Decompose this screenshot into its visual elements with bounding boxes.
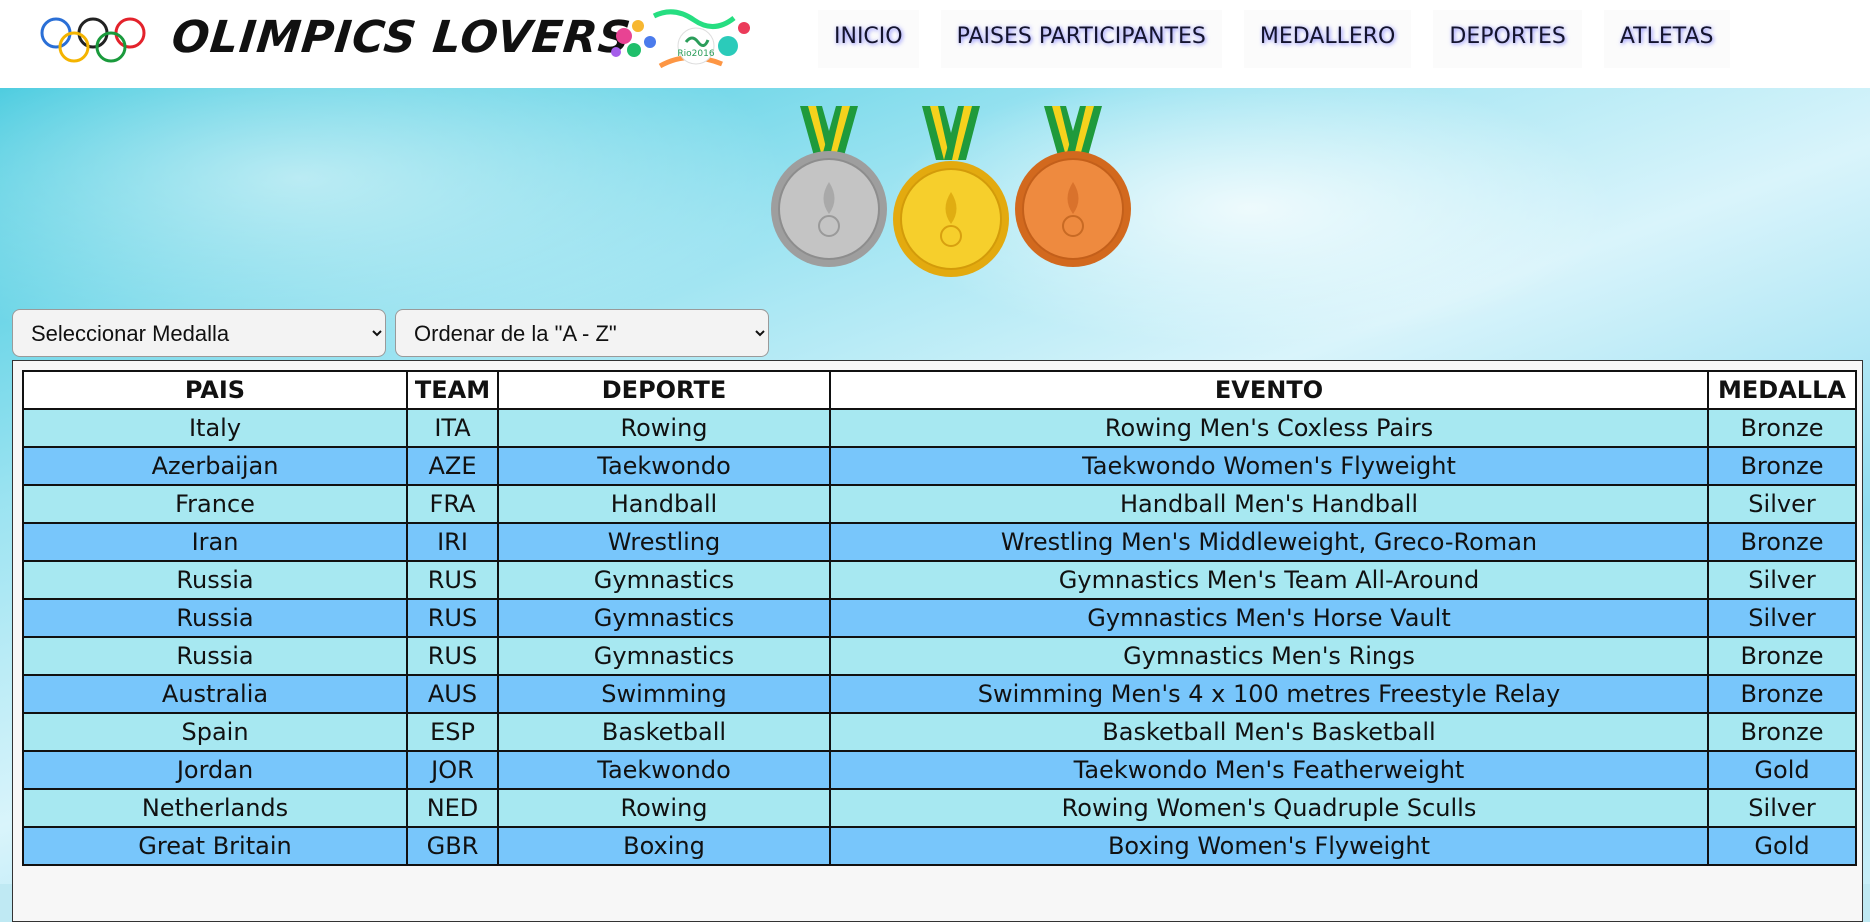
cell-medalla: Bronze — [1707, 446, 1857, 486]
cell-deporte: Boxing — [497, 826, 831, 866]
nav-inicio[interactable]: INICIO — [818, 10, 919, 68]
nav-deportes[interactable]: DEPORTES — [1433, 10, 1582, 68]
cell-pais: Russia — [22, 636, 408, 676]
medals-table-container: PAIS TEAM DEPORTE EVENTO MEDALLA Italy I… — [12, 360, 1863, 922]
cell-evento: Gymnastics Men's Horse Vault — [829, 598, 1709, 638]
cell-pais: France — [22, 484, 408, 524]
cell-medalla: Bronze — [1707, 408, 1857, 448]
cell-pais: Jordan — [22, 750, 408, 790]
cell-team: AZE — [406, 446, 499, 486]
table-row: Australia AUS Swimming Swimming Men's 4 … — [22, 674, 1857, 714]
header-team: TEAM — [406, 370, 499, 410]
cell-medalla: Silver — [1707, 788, 1857, 828]
rio2016-logo-icon: Rio2016 — [611, 9, 750, 69]
cell-team: IRI — [406, 522, 499, 562]
header-deporte: DEPORTE — [497, 370, 831, 410]
olympic-rings-icon — [40, 17, 146, 63]
cell-pais: Iran — [22, 522, 408, 562]
cell-evento: Rowing Women's Quadruple Sculls — [829, 788, 1709, 828]
cell-team: ITA — [406, 408, 499, 448]
cell-evento: Taekwondo Women's Flyweight — [829, 446, 1709, 486]
cell-deporte: Handball — [497, 484, 831, 524]
cell-deporte: Rowing — [497, 788, 831, 828]
order-select[interactable]: Ordenar de la "A - Z" — [395, 309, 769, 357]
table-row: Spain ESP Basketball Basketball Men's Ba… — [22, 712, 1857, 752]
cell-evento: Boxing Women's Flyweight — [829, 826, 1709, 866]
table-row: Great Britain GBR Boxing Boxing Women's … — [22, 826, 1857, 866]
cell-medalla: Silver — [1707, 484, 1857, 524]
cell-team: GBR — [406, 826, 499, 866]
table-row: Netherlands NED Rowing Rowing Women's Qu… — [22, 788, 1857, 828]
table-row: France FRA Handball Handball Men's Handb… — [22, 484, 1857, 524]
cell-medalla: Bronze — [1707, 522, 1857, 562]
cell-team: RUS — [406, 598, 499, 638]
cell-medalla: Bronze — [1707, 712, 1857, 752]
header-pais: PAIS — [22, 370, 408, 410]
table-row: Italy ITA Rowing Rowing Men's Coxless Pa… — [22, 408, 1857, 448]
header-evento: EVENTO — [829, 370, 1709, 410]
cell-evento: Gymnastics Men's Team All-Around — [829, 560, 1709, 600]
cell-pais: Netherlands — [22, 788, 408, 828]
cell-medalla: Bronze — [1707, 636, 1857, 676]
cell-deporte: Gymnastics — [497, 560, 831, 600]
cell-deporte: Taekwondo — [497, 446, 831, 486]
cell-team: NED — [406, 788, 499, 828]
cell-deporte: Taekwondo — [497, 750, 831, 790]
table-row: Azerbaijan AZE Taekwondo Taekwondo Women… — [22, 446, 1857, 486]
cell-team: FRA — [406, 484, 499, 524]
table-row: Jordan JOR Taekwondo Taekwondo Men's Fea… — [22, 750, 1857, 790]
cell-pais: Italy — [22, 408, 408, 448]
cell-pais: Russia — [22, 598, 408, 638]
cell-medalla: Bronze — [1707, 674, 1857, 714]
cell-deporte: Gymnastics — [497, 636, 831, 676]
table-row: Russia RUS Gymnastics Gymnastics Men's T… — [22, 560, 1857, 600]
medals-banner — [771, 106, 1131, 277]
gold-medal-icon — [893, 106, 1009, 277]
header-medalla: MEDALLA — [1707, 370, 1857, 410]
cell-team: ESP — [406, 712, 499, 752]
silver-medal-icon — [771, 106, 887, 267]
medals-table: PAIS TEAM DEPORTE EVENTO MEDALLA Italy I… — [22, 370, 1857, 866]
cell-evento: Swimming Men's 4 x 100 metres Freestyle … — [829, 674, 1709, 714]
cell-pais: Azerbaijan — [22, 446, 408, 486]
cell-medalla: Silver — [1707, 598, 1857, 638]
rio-logo-text: Rio2016 — [677, 49, 714, 59]
cell-medalla: Gold — [1707, 826, 1857, 866]
cell-deporte: Rowing — [497, 408, 831, 448]
cell-pais: Spain — [22, 712, 408, 752]
bronze-medal-icon — [1015, 106, 1131, 267]
main-nav: INICIO PAISES PARTICIPANTES MEDALLERO DE… — [818, 10, 1752, 68]
cell-team: JOR — [406, 750, 499, 790]
table-header-row: PAIS TEAM DEPORTE EVENTO MEDALLA — [22, 370, 1857, 410]
cell-deporte: Gymnastics — [497, 598, 831, 638]
site-header: OLIMPICS LOVERS Rio2016 INICIO PAISES PA… — [0, 0, 1870, 88]
cell-deporte: Swimming — [497, 674, 831, 714]
cell-team: AUS — [406, 674, 499, 714]
medal-filter-select[interactable]: Seleccionar Medalla — [12, 309, 386, 357]
cell-evento: Rowing Men's Coxless Pairs — [829, 408, 1709, 448]
cell-evento: Handball Men's Handball — [829, 484, 1709, 524]
nav-atletas[interactable]: ATLETAS — [1603, 10, 1730, 68]
cell-pais: Australia — [22, 674, 408, 714]
cell-evento: Taekwondo Men's Featherweight — [829, 750, 1709, 790]
table-row: Russia RUS Gymnastics Gymnastics Men's H… — [22, 598, 1857, 638]
cell-pais: Russia — [22, 560, 408, 600]
cell-team: RUS — [406, 560, 499, 600]
nav-paises-participantes[interactable]: PAISES PARTICIPANTES — [940, 10, 1222, 68]
table-row: Iran IRI Wrestling Wrestling Men's Middl… — [22, 522, 1857, 562]
cell-deporte: Wrestling — [497, 522, 831, 562]
cell-team: RUS — [406, 636, 499, 676]
nav-medallero[interactable]: MEDALLERO — [1243, 10, 1412, 68]
cell-evento: Wrestling Men's Middleweight, Greco-Roma… — [829, 522, 1709, 562]
table-row: Russia RUS Gymnastics Gymnastics Men's R… — [22, 636, 1857, 676]
cell-evento: Gymnastics Men's Rings — [829, 636, 1709, 676]
brand-title: OLIMPICS LOVERS — [169, 12, 634, 63]
cell-medalla: Silver — [1707, 560, 1857, 600]
cell-pais: Great Britain — [22, 826, 408, 866]
cell-evento: Basketball Men's Basketball — [829, 712, 1709, 752]
cell-medalla: Gold — [1707, 750, 1857, 790]
cell-deporte: Basketball — [497, 712, 831, 752]
